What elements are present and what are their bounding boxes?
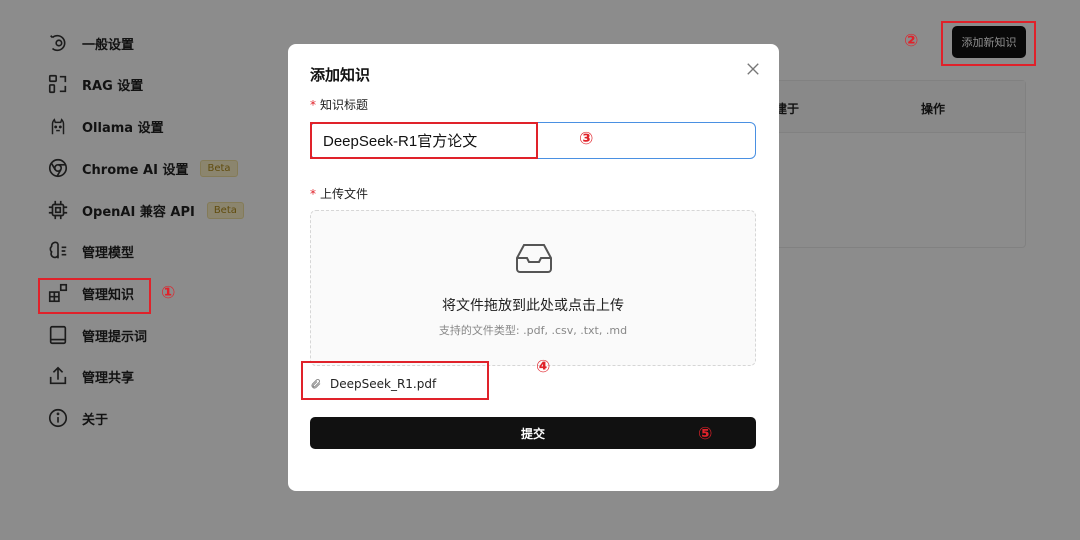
submit-button[interactable]: 提交 [310, 417, 756, 449]
dropzone-main-text: 将文件拖放到此处或点击上传 [442, 298, 624, 314]
annotation-box-4 [301, 361, 489, 400]
title-field-label: * 知识标题 [310, 96, 368, 113]
file-dropzone[interactable]: 将文件拖放到此处或点击上传 支持的文件类型: .pdf, .csv, .txt,… [310, 210, 756, 366]
dropzone-supported-types: 支持的文件类型: .pdf, .csv, .txt, .md [438, 324, 628, 337]
annotation-box-1 [38, 278, 151, 314]
annotation-box-3 [310, 122, 538, 159]
required-mark: * [310, 187, 316, 201]
inbox-icon [516, 244, 552, 273]
title-label-text: 知识标题 [320, 98, 369, 112]
annotation-number-1: ① [161, 283, 176, 303]
annotation-number-3: ③ [579, 129, 594, 149]
close-icon[interactable] [744, 60, 762, 78]
annotation-number-4: ④ [536, 357, 551, 377]
annotation-box-2 [941, 21, 1036, 66]
upload-label-text: 上传文件 [320, 187, 369, 201]
dialog-title: 添加知识 [310, 66, 371, 84]
annotation-number-2: ② [904, 31, 919, 51]
required-mark: * [310, 98, 316, 112]
annotation-number-5: ⑤ [698, 424, 713, 444]
upload-field-label: * 上传文件 [310, 185, 368, 202]
